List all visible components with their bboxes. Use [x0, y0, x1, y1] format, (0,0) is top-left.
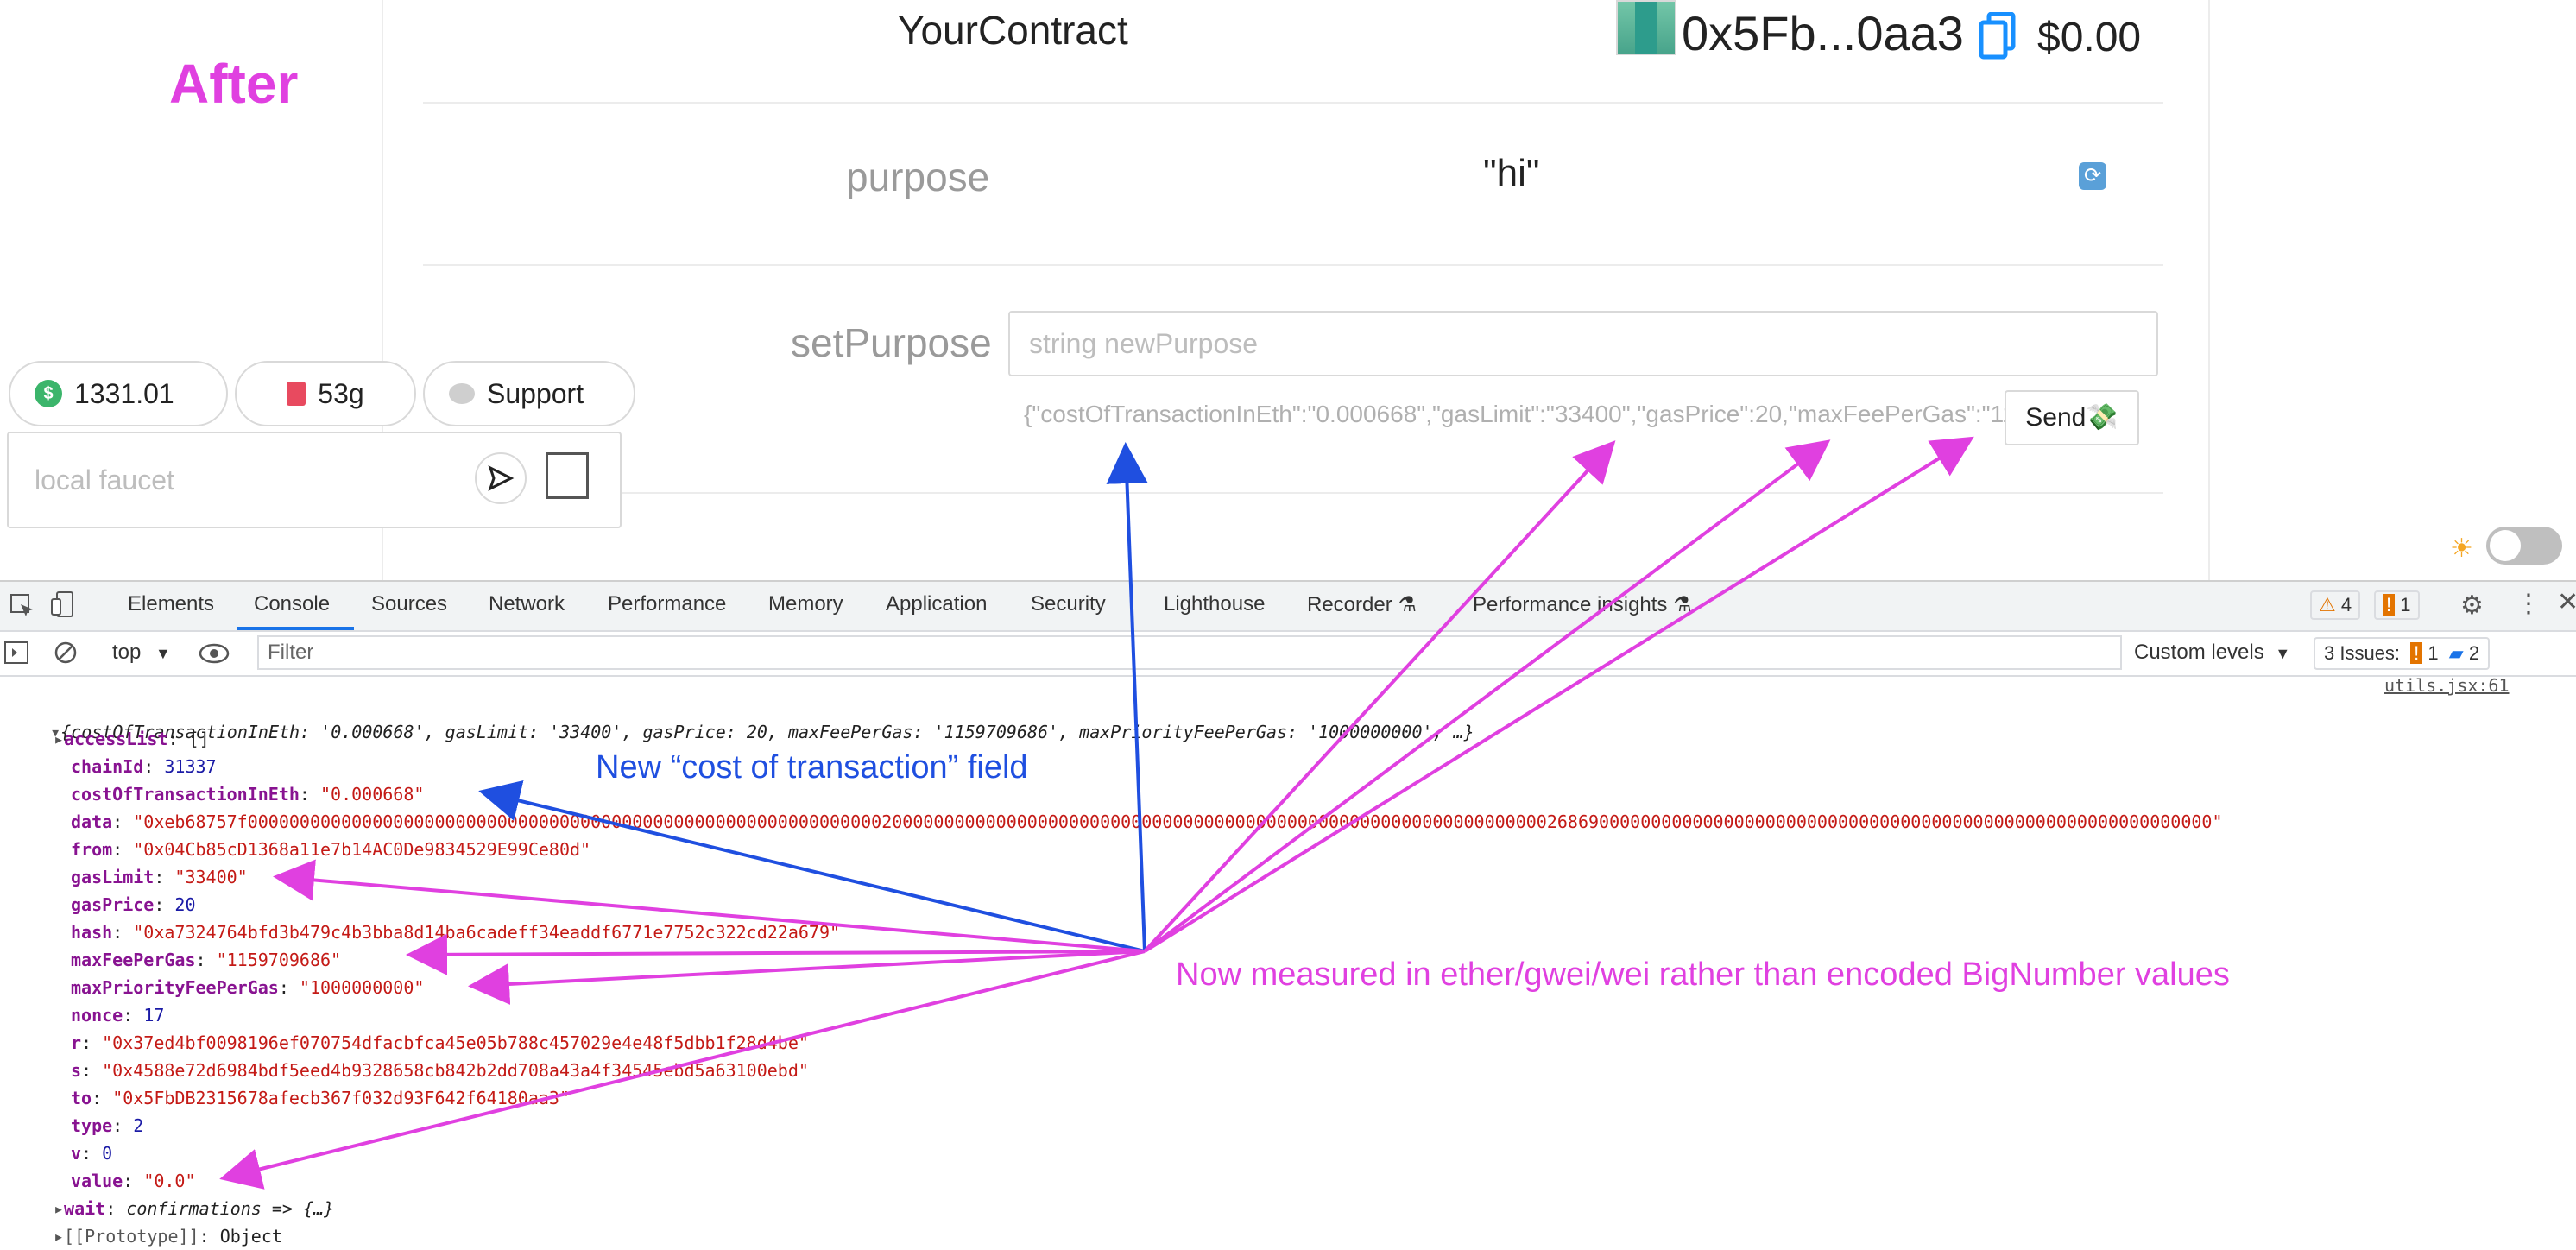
arrow [1143, 439, 1831, 953]
annotation-arrows [219, 436, 1974, 1190]
arrow [406, 933, 1146, 975]
arrow [1143, 436, 1974, 953]
arrow [219, 950, 1146, 1190]
arrow [1143, 440, 1616, 953]
arrow [478, 780, 1146, 953]
arrow [273, 859, 1146, 953]
arrow [1106, 442, 1148, 952]
arrow [468, 950, 1146, 1005]
